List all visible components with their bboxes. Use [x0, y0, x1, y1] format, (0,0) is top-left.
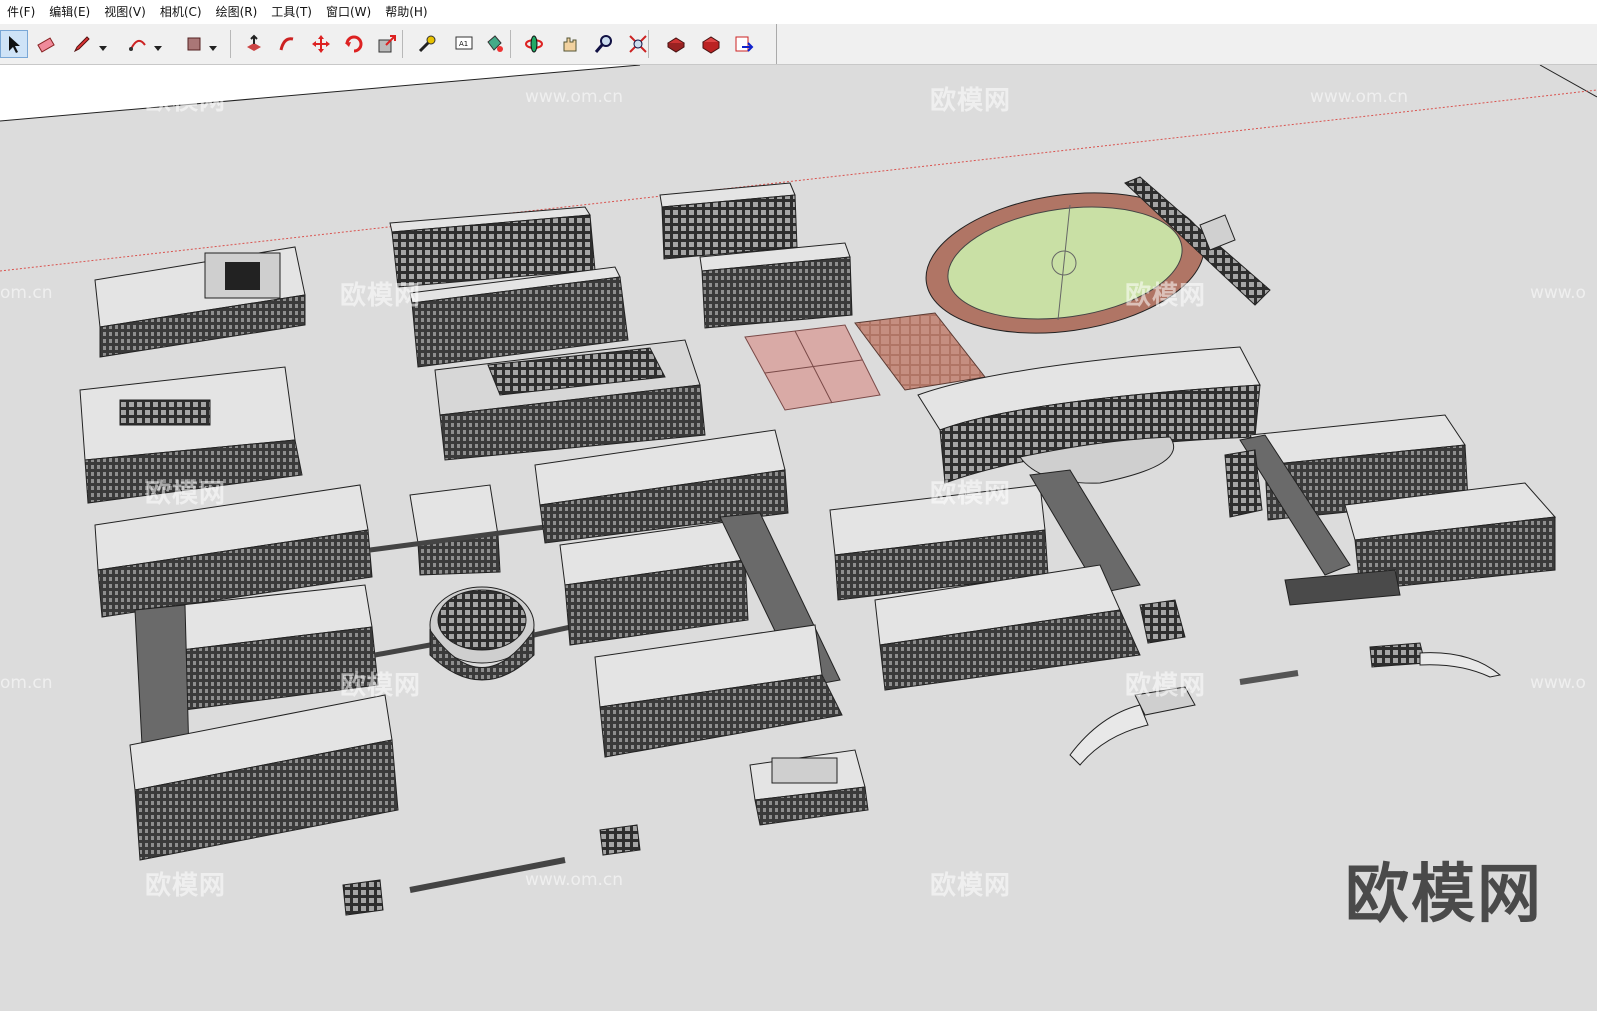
- watermark-brand: 欧模网: [1125, 281, 1207, 311]
- zoom-extents-icon[interactable]: [624, 30, 652, 58]
- scale-icon[interactable]: [373, 30, 401, 58]
- dropdown-arrow-icon[interactable]: [153, 38, 163, 51]
- watermark-url: www.om.cn: [1310, 87, 1409, 107]
- toolbar: A1: [0, 24, 1597, 65]
- watermark-url: www.o: [1530, 673, 1586, 693]
- toolbar-separator: [402, 30, 403, 58]
- watermark-url: www.om.cn: [525, 87, 624, 107]
- rotate-icon[interactable]: [340, 30, 368, 58]
- orbit-icon[interactable]: [520, 30, 548, 58]
- watermark-url: www.o: [1530, 283, 1586, 303]
- export-icon[interactable]: [730, 30, 758, 58]
- warehouse-icon[interactable]: [697, 30, 725, 58]
- push-pull-icon[interactable]: [240, 30, 268, 58]
- zoom-icon[interactable]: [590, 30, 618, 58]
- menu-item[interactable]: 窗口(W): [319, 0, 378, 24]
- model-viewport[interactable]: 欧模网 欧模网 欧模网 欧模网 欧模网 欧模网 欧模网 欧模网 欧模网 欧模网 …: [0, 65, 1597, 1011]
- arc-icon[interactable]: [124, 30, 152, 58]
- svg-text:A1: A1: [459, 40, 468, 48]
- dropdown-arrow-icon[interactable]: [98, 38, 108, 51]
- watermark-brand: 欧模网: [930, 479, 1012, 509]
- watermark-brand: 欧模网: [340, 281, 422, 311]
- dropdown-arrow-icon[interactable]: [208, 38, 218, 51]
- eraser-icon[interactable]: [32, 30, 60, 58]
- pan-icon[interactable]: [555, 30, 583, 58]
- pencil-icon[interactable]: [68, 30, 96, 58]
- menu-item[interactable]: 工具(T): [264, 0, 319, 24]
- paint-bucket-icon[interactable]: [480, 30, 508, 58]
- menu-item[interactable]: 帮助(H): [378, 0, 434, 24]
- building-d[interactable]: [659, 182, 798, 260]
- menu-item[interactable]: 相机(C): [153, 0, 209, 24]
- toolbar-divider: [776, 24, 777, 64]
- watermark-url: www.om.cn: [525, 870, 624, 890]
- watermark-brand: 欧模网: [930, 86, 1012, 116]
- brand-logo-watermark: 欧模网: [1345, 858, 1543, 932]
- component-icon[interactable]: [662, 30, 690, 58]
- small-pavilion-b[interactable]: [599, 824, 641, 856]
- watermark-brand: 欧模网: [1125, 671, 1207, 701]
- watermark-brand: 欧模网: [145, 479, 227, 509]
- watermark-brand: 欧模网: [145, 86, 227, 116]
- watermark-brand: 欧模网: [145, 871, 227, 901]
- menu-item[interactable]: 视图(V): [97, 0, 153, 24]
- select-icon[interactable]: [0, 30, 28, 58]
- toolbar-separator: [230, 30, 231, 58]
- follow-me-icon[interactable]: [273, 30, 301, 58]
- small-pavilion-c[interactable]: [342, 879, 384, 916]
- rectangle-icon[interactable]: [180, 30, 208, 58]
- menu-item[interactable]: 绘图(R): [209, 0, 265, 24]
- toolbar-separator: [510, 30, 511, 58]
- move-icon[interactable]: [307, 30, 335, 58]
- watermark-brand: 欧模网: [930, 871, 1012, 901]
- text-icon[interactable]: A1: [450, 30, 478, 58]
- menu-item[interactable]: 编辑(E): [42, 0, 97, 24]
- menu-bar: 件(F) 编辑(E) 视图(V) 相机(C) 绘图(R) 工具(T) 窗口(W) 帮助(H): [0, 0, 1597, 24]
- watermark-url: om.cn: [0, 283, 53, 303]
- menu-item[interactable]: 件(F): [0, 0, 42, 24]
- watermark-brand: 欧模网: [340, 671, 422, 701]
- tape-measure-icon[interactable]: [413, 30, 441, 58]
- watermark-url: om.cn: [0, 673, 53, 693]
- building-e[interactable]: [699, 242, 853, 329]
